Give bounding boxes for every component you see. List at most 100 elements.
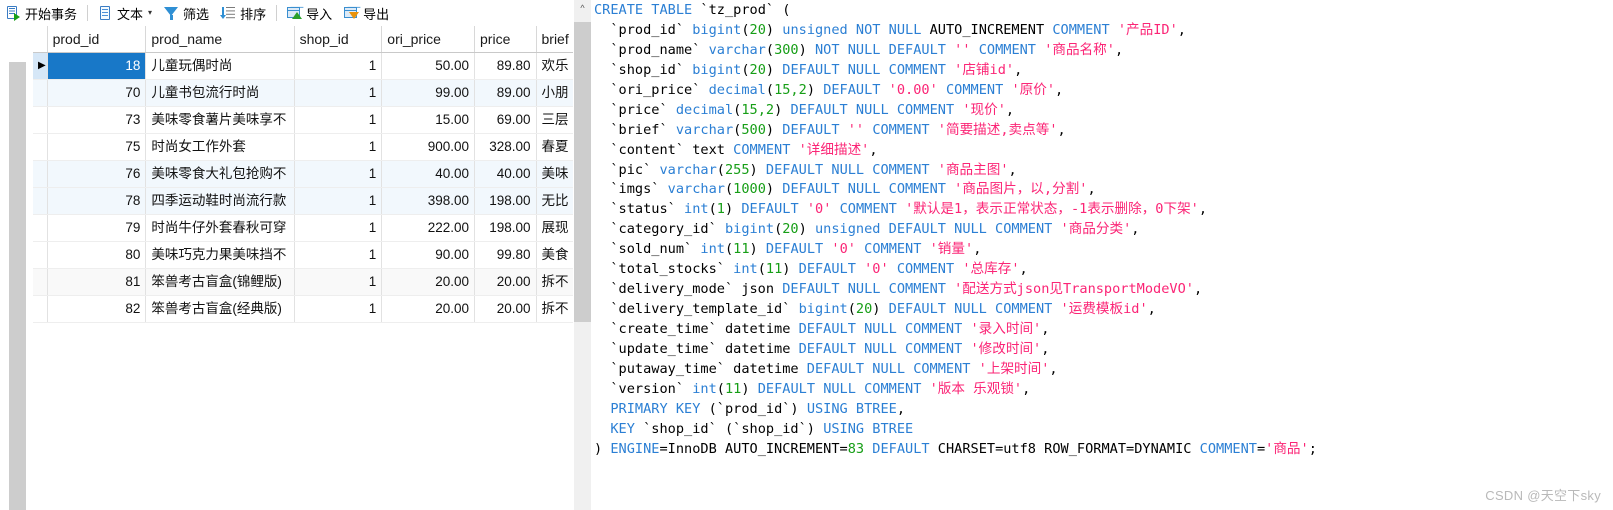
toolbar-button-text[interactable]: 文本 ▾ (92, 0, 158, 26)
cell-ori-price[interactable]: 40.00 (381, 160, 476, 188)
cell-shop-id[interactable]: 1 (294, 133, 383, 161)
cell-brief[interactable]: 三层 (536, 106, 573, 134)
cell-prod-id[interactable]: 79 (47, 214, 147, 242)
cell-price[interactable]: 198.00 (474, 187, 537, 215)
cell-prod-id[interactable]: 82 (47, 295, 147, 323)
cell-prod-name[interactable]: 笨兽考古盲盒(经典版) (145, 295, 295, 323)
table-row[interactable]: 75 时尚女工作外套 1 900.00 328.00 春夏 (33, 133, 573, 161)
cell-price[interactable]: 99.80 (474, 241, 537, 269)
cell-brief[interactable]: 展现 (536, 214, 573, 242)
cell-brief[interactable]: 美味 (536, 160, 573, 188)
table-row[interactable]: 81 笨兽考古盲盒(锦鲤版) 1 20.00 20.00 拆不 (33, 268, 573, 296)
row-marker[interactable]: ▶ (33, 52, 48, 80)
cell-prod-id[interactable]: 78 (47, 187, 147, 215)
row-marker[interactable] (33, 295, 48, 323)
cell-ori-price[interactable]: 15.00 (381, 106, 476, 134)
cell-brief[interactable]: 春夏 (536, 133, 573, 161)
cell-prod-name[interactable]: 儿童书包流行时尚 (145, 79, 295, 107)
table-row[interactable]: 79 时尚牛仔外套春秋可穿 1 222.00 198.00 展现 (33, 214, 573, 242)
table-row[interactable]: 82 笨兽考古盲盒(经典版) 1 20.00 20.00 拆不 (33, 295, 573, 323)
cell-ori-price[interactable]: 20.00 (381, 295, 476, 323)
column-header-brief[interactable]: brief (536, 26, 573, 53)
cell-price[interactable]: 89.80 (474, 52, 537, 80)
column-header-prod-id[interactable]: prod_id (47, 26, 147, 53)
table-row[interactable]: 73 美味零食薯片美味享不 1 15.00 69.00 三层 (33, 106, 573, 134)
row-marker[interactable] (33, 133, 48, 161)
column-header-shop-id[interactable]: shop_id (294, 26, 383, 53)
sql-scrollbar-thumb[interactable] (574, 22, 591, 322)
cell-price[interactable]: 20.00 (474, 295, 537, 323)
grid-vertical-scrollbar[interactable] (9, 62, 26, 510)
row-marker[interactable] (33, 106, 48, 134)
chevron-down-icon[interactable]: ▾ (148, 9, 152, 17)
cell-brief[interactable]: 拆不 (536, 295, 573, 323)
cell-shop-id[interactable]: 1 (294, 79, 383, 107)
cell-prod-id[interactable]: 80 (47, 241, 147, 269)
row-marker[interactable] (33, 160, 48, 188)
sql-vertical-scrollbar[interactable]: ^ (574, 0, 591, 510)
column-header-price[interactable]: price (474, 26, 537, 53)
cell-price[interactable]: 40.00 (474, 160, 537, 188)
cell-brief[interactable]: 欢乐 (536, 52, 573, 80)
row-marker[interactable] (33, 241, 48, 269)
cell-prod-id[interactable]: 81 (47, 268, 147, 296)
table-row[interactable]: 78 四季运动鞋时尚流行款 1 398.00 198.00 无比 (33, 187, 573, 215)
column-header-ori-price[interactable]: ori_price (381, 26, 476, 53)
toolbar-button-import[interactable]: 导入 (281, 0, 338, 26)
cell-brief[interactable]: 小朋 (536, 79, 573, 107)
cell-prod-name[interactable]: 时尚牛仔外套春秋可穿 (145, 214, 295, 242)
toolbar-button-export[interactable]: 导出 (338, 0, 395, 26)
grid-scrollbar-thumb[interactable] (9, 62, 26, 510)
row-marker[interactable] (33, 214, 48, 242)
cell-prod-name[interactable]: 四季运动鞋时尚流行款 (145, 187, 295, 215)
cell-price[interactable]: 328.00 (474, 133, 537, 161)
cell-prod-id[interactable]: 18 (47, 52, 147, 80)
cell-brief[interactable]: 拆不 (536, 268, 573, 296)
cell-ori-price[interactable]: 20.00 (381, 268, 476, 296)
toolbar-button-sort[interactable]: 排序 (215, 0, 272, 26)
toolbar-button-transaction[interactable]: 开始事务 (0, 0, 83, 26)
row-marker[interactable] (33, 268, 48, 296)
cell-price[interactable]: 89.00 (474, 79, 537, 107)
cell-shop-id[interactable]: 1 (294, 187, 383, 215)
cell-prod-name[interactable]: 美味零食薯片美味享不 (145, 106, 295, 134)
cell-prod-id[interactable]: 70 (47, 79, 147, 107)
table-row[interactable]: 80 美味巧克力果美味挡不 1 90.00 99.80 美食 (33, 241, 573, 269)
cell-shop-id[interactable]: 1 (294, 106, 383, 134)
cell-ori-price[interactable]: 222.00 (381, 214, 476, 242)
cell-prod-name[interactable]: 儿童玩偶时尚 (145, 52, 295, 80)
cell-prod-id[interactable]: 76 (47, 160, 147, 188)
result-grid[interactable]: prod_id prod_name shop_id ori_price pric… (33, 26, 573, 510)
cell-shop-id[interactable]: 1 (294, 214, 383, 242)
toolbar-button-filter[interactable]: 筛选 (158, 0, 215, 26)
sql-ddl-text[interactable]: CREATE TABLE `tz_prod` ( `prod_id` bigin… (594, 1, 1613, 510)
cell-prod-name[interactable]: 时尚女工作外套 (145, 133, 295, 161)
cell-shop-id[interactable]: 1 (294, 241, 383, 269)
cell-shop-id[interactable]: 1 (294, 52, 383, 80)
cell-ori-price[interactable]: 99.00 (381, 79, 476, 107)
row-marker[interactable] (33, 187, 48, 215)
cell-prod-id[interactable]: 75 (47, 133, 147, 161)
cell-prod-id[interactable]: 73 (47, 106, 147, 134)
cell-shop-id[interactable]: 1 (294, 160, 383, 188)
cell-prod-name[interactable]: 美味零食大礼包抢购不 (145, 160, 295, 188)
table-row[interactable]: ▶ 18 儿童玩偶时尚 1 50.00 89.80 欢乐 (33, 52, 573, 80)
cell-brief[interactable]: 无比 (536, 187, 573, 215)
cell-ori-price[interactable]: 900.00 (381, 133, 476, 161)
scroll-up-arrow-icon[interactable]: ^ (574, 0, 591, 17)
cell-ori-price[interactable]: 50.00 (381, 52, 476, 80)
cell-ori-price[interactable]: 398.00 (381, 187, 476, 215)
cell-shop-id[interactable]: 1 (294, 268, 383, 296)
cell-brief[interactable]: 美食 (536, 241, 573, 269)
cell-prod-name[interactable]: 笨兽考古盲盒(锦鲤版) (145, 268, 295, 296)
cell-prod-name[interactable]: 美味巧克力果美味挡不 (145, 241, 295, 269)
cell-price[interactable]: 69.00 (474, 106, 537, 134)
row-marker[interactable] (33, 79, 48, 107)
cell-ori-price[interactable]: 90.00 (381, 241, 476, 269)
table-row[interactable]: 70 儿童书包流行时尚 1 99.00 89.00 小朋 (33, 79, 573, 107)
cell-shop-id[interactable]: 1 (294, 295, 383, 323)
table-row[interactable]: 76 美味零食大礼包抢购不 1 40.00 40.00 美味 (33, 160, 573, 188)
cell-price[interactable]: 20.00 (474, 268, 537, 296)
column-header-prod-name[interactable]: prod_name (145, 26, 295, 53)
cell-price[interactable]: 198.00 (474, 214, 537, 242)
